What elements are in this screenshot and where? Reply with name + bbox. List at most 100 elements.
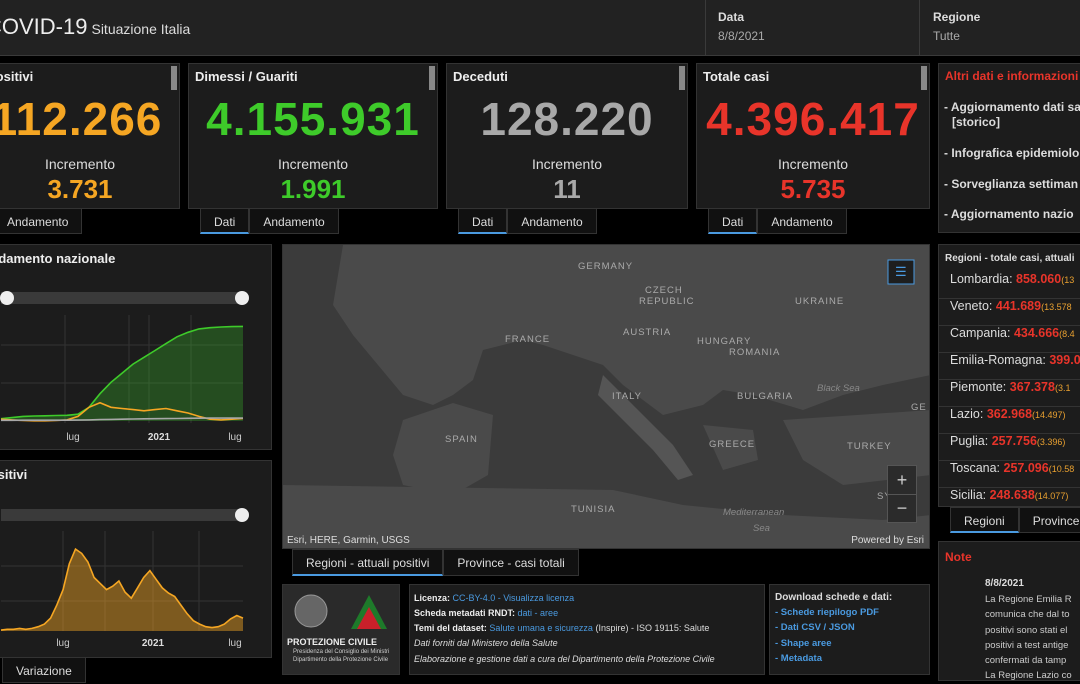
- range-slider-handle-right[interactable]: [235, 291, 249, 305]
- region-value[interactable]: Tutte: [933, 29, 960, 43]
- sidebar-link-sorveglianza[interactable]: - Sorveglianza settiman: [944, 177, 1078, 191]
- map-label: SPAIN: [445, 434, 478, 445]
- region-total: 257.096: [1003, 461, 1049, 475]
- positivi-chart: lug 2021 lug: [0, 508, 249, 649]
- temi-link[interactable]: Salute umana e sicurezza: [489, 623, 593, 633]
- dati-forniti-text: Dati forniti dal Ministero della Salute: [414, 638, 558, 648]
- sidebar-link-aggiornamento-nazionale[interactable]: - Aggiornamento nazio: [944, 207, 1074, 221]
- region-current: (13: [1061, 275, 1075, 285]
- tab-dati[interactable]: Dati: [458, 208, 508, 234]
- region-current: (3.1: [1054, 383, 1071, 393]
- increment-label: Incremento: [777, 156, 849, 172]
- header-divider: [919, 0, 920, 55]
- scrollbar[interactable]: [171, 66, 177, 90]
- tab-province-casi[interactable]: Province - casi totali: [443, 549, 579, 576]
- range-slider-track[interactable]: [1, 292, 243, 304]
- zoom-in-button[interactable]: +: [888, 466, 916, 495]
- map-label: AUSTRIA: [623, 327, 672, 338]
- card-title: Dimessi / Guariti: [195, 69, 298, 84]
- logo-text: PROTEZIONE CIVILE: [287, 637, 378, 647]
- scrollbar[interactable]: [921, 66, 927, 90]
- download-csv-link[interactable]: - Dati CSV / JSON: [775, 622, 855, 633]
- note-panel: Note 8/8/2021 La Regione Emilia R comuni…: [938, 541, 1080, 681]
- tab-andamento[interactable]: Andamento: [249, 208, 339, 234]
- map-label: GERMANY: [578, 261, 634, 272]
- download-shape-link[interactable]: - Shape aree: [775, 638, 832, 649]
- note-line: La Regione Emilia R: [985, 594, 1072, 605]
- download-panel: Download schede e dati: - Schede riepilo…: [769, 584, 930, 675]
- tab-andamento[interactable]: Andamento: [757, 208, 847, 234]
- list-item[interactable]: Piemonte: 367.378(3.1: [939, 380, 1080, 407]
- card-deceduti: Deceduti 128.220 Incremento 11: [446, 63, 688, 209]
- elaborazione-text: Elaborazione e gestione dati a cura del …: [414, 654, 715, 664]
- list-item[interactable]: Lazio: 362.968(14.497): [939, 407, 1080, 434]
- region-name: Emilia-Romagna:: [950, 353, 1046, 367]
- sea-label: Mediterranean: [723, 507, 785, 518]
- region-name: Sicilia:: [950, 488, 987, 502]
- positivi-increment: 3.731: [47, 174, 113, 204]
- list-icon[interactable]: ☰: [895, 264, 907, 280]
- dimessi-increment: 1.991: [280, 174, 346, 204]
- scrollbar[interactable]: [429, 66, 435, 90]
- positivi-total: 112.266: [0, 93, 163, 145]
- temi-line: Temi del dataset: Salute umana e sicurez…: [414, 623, 709, 633]
- metadata-link[interactable]: dati - aree: [518, 608, 559, 618]
- region-current: (13.578: [1041, 302, 1072, 312]
- map-label: TURKEY: [847, 441, 892, 452]
- download-metadata-link[interactable]: - Metadata: [775, 653, 822, 664]
- tab-regioni-attuali[interactable]: Regioni - attuali positivi: [292, 549, 444, 576]
- dimessi-total: 4.155.931: [206, 93, 420, 145]
- tab-dati[interactable]: Dati: [200, 208, 250, 234]
- region-name: Piemonte:: [950, 380, 1007, 394]
- map-label: GE: [911, 402, 927, 413]
- tab-dati[interactable]: Dati: [708, 208, 758, 234]
- altri-dati-title: Altri dati e informazioni: [945, 69, 1079, 83]
- download-title: Download schede e dati:: [775, 592, 893, 603]
- license-link[interactable]: CC-BY-4.0 - Visualizza licenza: [453, 593, 575, 603]
- region-total: 399.0: [1049, 353, 1080, 367]
- sidebar-link-infografica[interactable]: - Infografica epidemiolo: [944, 146, 1079, 160]
- altri-dati-panel: Altri dati e informazioni - Aggiornament…: [938, 63, 1080, 233]
- chart-series-group: [0, 325, 244, 422]
- date-label: Data: [718, 10, 745, 24]
- range-slider-track[interactable]: [1, 509, 243, 521]
- dimessi-tabs: Dati Andamento: [200, 208, 339, 234]
- positivi-series-area: [1, 549, 243, 631]
- totale-total: 4.396.417: [706, 93, 920, 145]
- sidebar-link-storico[interactable]: [storico]: [952, 115, 1000, 129]
- region-name: Campania:: [950, 326, 1011, 340]
- sidebar-link-aggiornamento[interactable]: - Aggiornamento dati sa: [944, 100, 1080, 114]
- tab-andamento[interactable]: Andamento: [507, 208, 597, 234]
- list-item[interactable]: Emilia-Romagna: 399.0: [939, 353, 1080, 380]
- tab-regioni[interactable]: Regioni: [950, 507, 1019, 533]
- zoom-control: + −: [887, 465, 917, 523]
- region-total: 441.689: [995, 299, 1042, 313]
- download-pdf-link[interactable]: - Schede riepilogo PDF: [775, 607, 879, 618]
- list-item[interactable]: Puglia: 257.756(3.396): [939, 434, 1080, 461]
- list-item[interactable]: Sicilia: 248.638(14.077): [939, 488, 1080, 506]
- tab-province[interactable]: Province: [1018, 507, 1080, 533]
- map-panel[interactable]: ☰ GERMANY CZECH REPUBLIC UKRAINE FRANCE …: [282, 244, 930, 549]
- list-item[interactable]: Lombardia: 858.060(13: [939, 272, 1080, 299]
- card-positivi: Positivi 112.266 Incremento 3.731: [0, 63, 180, 209]
- tab-variazione[interactable]: Variazione: [2, 657, 86, 683]
- date-value[interactable]: 8/8/2021: [718, 29, 765, 43]
- emblem-icon: [294, 594, 328, 628]
- metadata-line: Scheda metadati RNDT: dati - aree: [414, 608, 558, 618]
- region-current: (10.58: [1048, 464, 1075, 474]
- region-current: (14.077): [1034, 491, 1069, 501]
- header-bar: COVID-19Situazione Italia Data 8/8/2021 …: [0, 0, 1080, 56]
- list-item[interactable]: Toscana: 257.096(10.58: [939, 461, 1080, 488]
- note-line: positivi a test antige: [985, 639, 1069, 651]
- list-item[interactable]: Campania: 434.666(8.4: [939, 326, 1080, 353]
- increment-label: Incremento: [531, 156, 603, 172]
- zoom-out-button[interactable]: −: [888, 495, 916, 522]
- range-slider-handle-left[interactable]: [0, 291, 14, 305]
- esri-credit[interactable]: Powered by Esri: [851, 535, 924, 546]
- list-item[interactable]: Veneto: 441.689(13.578: [939, 299, 1080, 326]
- region-current: (8.4: [1059, 329, 1075, 339]
- scrollbar[interactable]: [679, 66, 685, 90]
- note-text: La Regione Emilia R comunica che dal to …: [985, 592, 1072, 680]
- range-slider-handle-right[interactable]: [235, 508, 249, 522]
- tab-andamento[interactable]: Andamento: [0, 208, 83, 234]
